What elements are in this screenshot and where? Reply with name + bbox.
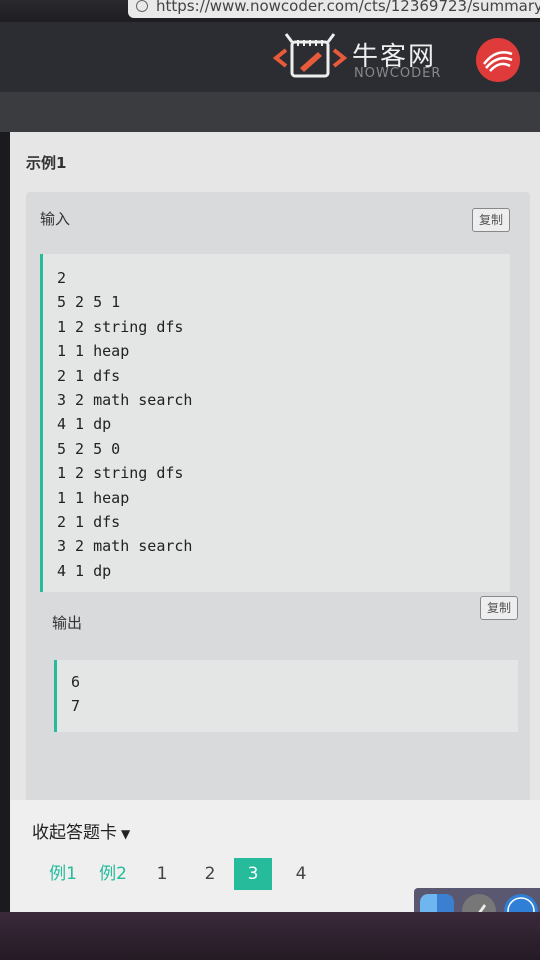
site-header: 牛客网 NOWCODER — [0, 22, 540, 92]
browser-top-bar: https://www.nowcoder.com/cts/12369723/su… — [0, 0, 540, 22]
user-avatar[interactable] — [476, 38, 520, 82]
pager-item[interactable]: 3 — [234, 858, 272, 890]
url-text: https://www.nowcoder.com/cts/12369723/su… — [156, 0, 540, 15]
example-title: 示例1 — [26, 154, 67, 172]
progress-track — [0, 92, 540, 210]
input-line: 3 2 math search — [57, 537, 193, 556]
input-code-block: 2 5 2 5 1 1 2 string dfs 1 1 heap 2 1 dfs 3 2… — [40, 254, 510, 592]
input-line: 2 1 dfs — [57, 366, 121, 385]
nowcoder-logo[interactable]: 牛客网 NOWCODER — [272, 32, 452, 82]
pager-item[interactable]: 4 — [272, 858, 330, 890]
input-line: 2 — [57, 269, 67, 287]
copy-input-button[interactable]: 复制 — [472, 208, 510, 232]
chevron-down-icon: ▼ — [121, 827, 131, 841]
example-panel: 输入 复制 2 5 2 5 1 1 2 string dfs 1 1 heap 2 1 … — [26, 192, 530, 832]
input-label: 输入 — [40, 210, 71, 228]
logo-subtext: NOWCODER — [354, 66, 442, 81]
input-line: 5 2 5 1 — [57, 293, 121, 312]
logo-mark-icon — [272, 33, 348, 78]
input-line: 1 2 string dfs — [57, 317, 184, 336]
output-code-block: 67 — [54, 660, 518, 732]
pager-item[interactable]: 2 — [186, 858, 234, 890]
output-label: 输出 — [52, 614, 83, 632]
input-line: 5 2 5 0 — [57, 439, 121, 458]
copy-output-button[interactable]: 复制 — [480, 596, 518, 620]
address-bar[interactable]: https://www.nowcoder.com/cts/12369723/su… — [128, 0, 540, 18]
input-line: 2 1 dfs — [57, 512, 121, 531]
input-line: 3 2 math search — [57, 390, 193, 409]
output-line: 7 — [71, 697, 81, 716]
question-page: 示例1 输入 复制 2 5 2 5 1 1 2 string dfs 1 1 heap… — [10, 132, 540, 912]
pager-item[interactable]: 1 — [138, 858, 186, 890]
input-line: 1 1 heap — [57, 342, 130, 361]
input-line: 4 1 dp — [57, 415, 112, 434]
output-line: 6 — [71, 673, 81, 691]
question-pager: 例1 例2 1 2 3 4 — [38, 858, 330, 890]
info-icon[interactable] — [136, 0, 148, 12]
input-line: 4 1 dp — [57, 561, 112, 580]
input-line: 1 1 heap — [57, 488, 130, 507]
collapse-answer-card-button[interactable]: 收起答题卡 ▼ — [32, 818, 130, 843]
input-line: 1 2 string dfs — [57, 464, 184, 483]
avatar-logo-icon — [476, 38, 520, 82]
screen-bezel — [0, 912, 540, 960]
pager-item[interactable]: 例2 — [88, 858, 138, 890]
collapse-label: 收起答题卡 — [32, 823, 117, 843]
pager-item[interactable]: 例1 — [38, 858, 88, 890]
